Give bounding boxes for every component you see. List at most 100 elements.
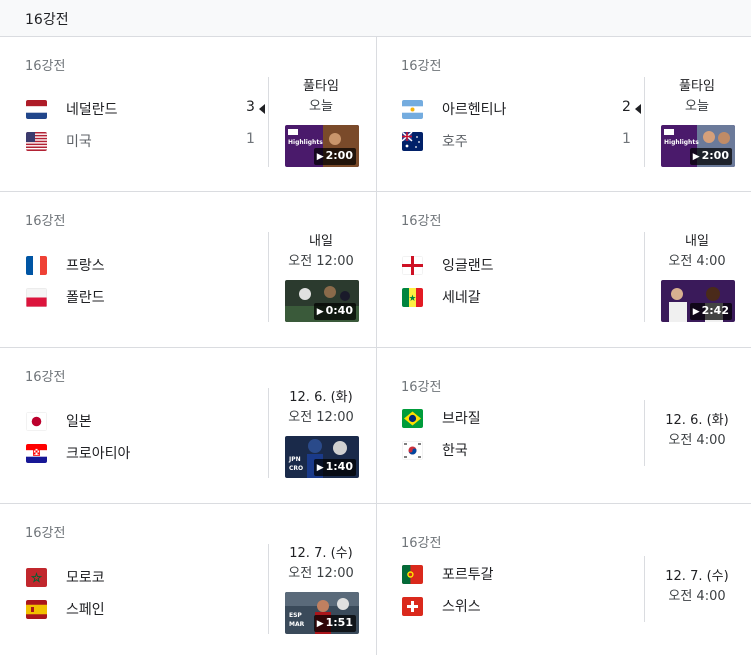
team-name: 세네갈: [442, 290, 481, 306]
senegal-flag-icon: [402, 288, 423, 307]
play-icon: ▶: [692, 307, 700, 317]
france-flag-icon: [26, 256, 47, 275]
status-line2: 오전 12:00: [288, 566, 354, 581]
status-line2: 오전 12:00: [288, 410, 354, 425]
croatia-flag-icon: [26, 444, 47, 463]
team-name: 아르헨티나: [442, 102, 507, 118]
video-duration: ▶ 2:00: [689, 148, 732, 165]
status-line1: 풀타임: [679, 79, 715, 94]
team-row-away: 한국: [402, 439, 632, 461]
status-line2: 오늘: [685, 99, 709, 114]
team-row-home: 일본: [26, 410, 256, 432]
play-icon: ▶: [692, 152, 700, 162]
video-thumbnail[interactable]: ▶ 2:42: [661, 280, 735, 322]
team-row-away: 세네갈: [402, 286, 632, 308]
match-status: 풀타임 오늘: [266, 77, 376, 117]
team-row-home: 브라질: [402, 407, 632, 429]
play-icon: ▶: [316, 307, 324, 317]
poland-flag-icon: [26, 288, 47, 307]
team-name: 한국: [442, 443, 468, 459]
korea-flag-icon: [402, 441, 423, 460]
match-status: 12. 6. (화) 오전 4:00: [642, 411, 751, 451]
video-thumbnail[interactable]: Highlights ▶ 2:00: [285, 125, 359, 167]
match-card-netherlands-usa[interactable]: 16강전 네덜란드 3 미국 1 풀타임 오늘 Highlights ▶ 2:0…: [0, 37, 375, 192]
thumb-caption-jpn: JPN: [289, 456, 301, 463]
winner-arrow-icon: [635, 104, 641, 114]
team-score: 1: [622, 131, 631, 147]
thumb-caption: Highlights: [288, 139, 323, 146]
match-card-argentina-australia[interactable]: 16강전 아르헨티나 2 호주 1 풀타임 오늘 Highlights ▶ 2:0…: [376, 37, 751, 192]
thumb-caption-mar: MAR: [289, 621, 305, 628]
play-icon: ▶: [316, 463, 324, 473]
video-thumbnail[interactable]: ▶ 0:40: [285, 280, 359, 322]
brazil-flag-icon: [402, 409, 423, 428]
team-name: 네덜란드: [66, 102, 118, 118]
status-line1: 내일: [309, 234, 333, 249]
team-row-home: 모로코: [26, 566, 256, 588]
match-status: 내일 오전 4:00: [642, 232, 751, 272]
team-row-away: 호주 1: [402, 130, 632, 152]
video-duration: ▶ 2:42: [689, 303, 732, 320]
video-thumbnail[interactable]: JPN CRO ▶ 1:40: [285, 436, 359, 478]
argentina-flag-icon: [402, 100, 423, 119]
team-name: 포르투갈: [442, 567, 494, 583]
match-stage: 16강전: [25, 214, 66, 229]
team-name: 미국: [66, 134, 92, 150]
spain-flag-icon: [26, 600, 47, 619]
team-name: 폴란드: [66, 290, 105, 306]
team-row-home: 프랑스: [26, 254, 256, 276]
team-name: 프랑스: [66, 258, 105, 274]
play-icon: ▶: [316, 619, 324, 629]
round-header: 16강전: [0, 0, 751, 37]
video-duration: ▶ 1:51: [313, 615, 356, 632]
match-stage: 16강전: [25, 59, 66, 74]
team-score: 2: [622, 99, 631, 115]
match-card-portugal-switzerland[interactable]: 16강전 포르투갈 스위스 12. 7. (수) 오전 4:00: [376, 504, 751, 655]
team-name: 크로아티아: [66, 446, 131, 462]
team-row-away: 스페인: [26, 598, 256, 620]
japan-flag-icon: [26, 412, 47, 431]
status-line2: 오늘: [309, 99, 333, 114]
match-card-france-poland[interactable]: 16강전 프랑스 폴란드 내일 오전 12:00 ▶ 0:40: [0, 192, 375, 347]
round-title: 16강전: [25, 12, 69, 28]
team-score: 3: [246, 99, 255, 115]
match-card-brazil-korea[interactable]: 16강전 브라질 한국 12. 6. (화) 오전 4:00: [376, 348, 751, 503]
video-duration: ▶ 1:40: [313, 459, 356, 476]
team-row-home: 아르헨티나 2: [402, 98, 641, 120]
team-row-away: 크로아티아: [26, 442, 256, 464]
video-thumbnail[interactable]: ESP MAR ▶ 1:51: [285, 592, 359, 634]
match-status: 12. 6. (화) 오전 12:00: [266, 388, 376, 428]
match-card-morocco-spain[interactable]: 16강전 모로코 스페인 12. 7. (수) 오전 12:00 ESP MAR…: [0, 504, 375, 655]
team-name: 스페인: [66, 602, 105, 618]
switzerland-flag-icon: [402, 597, 423, 616]
match-stage: 16강전: [401, 536, 442, 551]
thumb-caption-cro: CRO: [289, 465, 304, 472]
match-stage: 16강전: [401, 380, 442, 395]
match-status: 12. 7. (수) 오전 12:00: [266, 544, 376, 584]
team-name: 모로코: [66, 570, 105, 586]
thumb-caption: Highlights: [664, 139, 699, 146]
match-status: 풀타임 오늘: [642, 77, 751, 117]
status-line2: 오전 4:00: [668, 433, 726, 448]
video-duration: ▶ 2:00: [313, 148, 356, 165]
status-line1: 내일: [685, 234, 709, 249]
match-card-england-senegal[interactable]: 16강전 잉글랜드 세네갈 내일 오전 4:00 ▶ 2:42: [376, 192, 751, 347]
team-row-home: 잉글랜드: [402, 254, 632, 276]
status-line2: 오전 4:00: [668, 254, 726, 269]
usa-flag-icon: [26, 132, 47, 151]
thumb-caption-esp: ESP: [289, 612, 302, 619]
team-name: 호주: [442, 134, 468, 150]
status-line2: 오전 12:00: [288, 254, 354, 269]
portugal-flag-icon: [402, 565, 423, 584]
video-duration: ▶ 0:40: [313, 303, 356, 320]
status-line1: 12. 6. (화): [289, 390, 353, 405]
video-thumbnail[interactable]: Highlights ▶ 2:00: [661, 125, 735, 167]
match-grid: 16강전 네덜란드 3 미국 1 풀타임 오늘 Highlights ▶ 2:0…: [0, 37, 751, 655]
team-row-home: 포르투갈: [402, 563, 632, 585]
team-name: 일본: [66, 414, 92, 430]
status-line1: 12. 6. (화): [665, 413, 729, 428]
match-status: 내일 오전 12:00: [266, 232, 376, 272]
team-score: 1: [246, 131, 255, 147]
match-card-japan-croatia[interactable]: 16강전 일본 크로아티아 12. 6. (화) 오전 12:00 JPN CR…: [0, 348, 375, 503]
status-line1: 풀타임: [303, 79, 339, 94]
